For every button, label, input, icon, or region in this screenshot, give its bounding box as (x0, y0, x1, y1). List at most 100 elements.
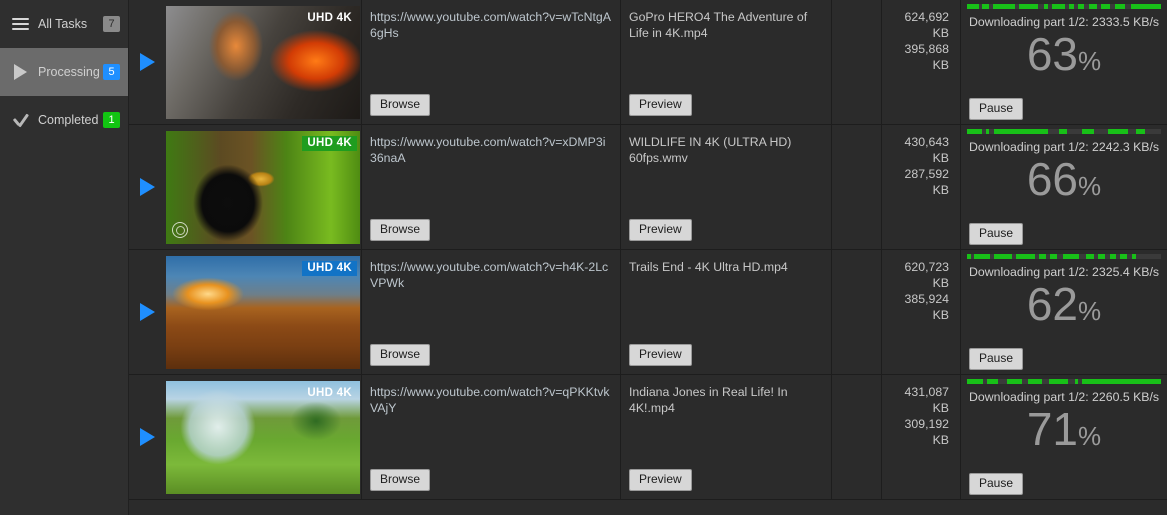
size-total: 431,087 KB (904, 385, 949, 415)
sidebar: All Tasks 7 Processing 5 Completed 1 (0, 0, 129, 515)
play-arrow-icon[interactable] (139, 428, 155, 446)
video-thumbnail[interactable]: UHD 4K (166, 380, 360, 494)
spacer-cell (831, 0, 881, 124)
url-cell: https://www.youtube.com/watch?v=h4K-2LcV… (361, 250, 620, 374)
filename-cell: Indiana Jones in Real Life! In 4K!.mp4 Pr… (620, 375, 831, 499)
check-icon (10, 110, 30, 130)
progress-percent: 66% (1026, 153, 1102, 205)
task-url: https://www.youtube.com/watch?v=wTcNtgA6… (370, 10, 611, 40)
size-cell: 430,643 KB 287,592 KB (881, 125, 960, 249)
progress-bar (967, 379, 1161, 384)
expand-arrow-cell[interactable] (129, 250, 165, 374)
sidebar-item-label: All Tasks (38, 17, 88, 31)
progress-cell: Downloading part 1/2: 2325.4 KB/s 62% Paus… (960, 250, 1167, 374)
sidebar-item-label: Processing (38, 65, 100, 79)
task-row[interactable]: UHD 4K https://www.youtube.com/watch?v=wT… (129, 0, 1167, 125)
video-thumbnail[interactable]: UHD 4K (166, 130, 360, 244)
sidebar-badge-count: 7 (103, 16, 120, 32)
thumbnail-cell[interactable]: UHD 4K (165, 0, 361, 124)
url-cell: https://www.youtube.com/watch?v=qPKKtvkV… (361, 375, 620, 499)
size-cell: 431,087 KB 309,192 KB (881, 375, 960, 499)
browse-button[interactable]: Browse (370, 344, 431, 366)
size-total: 624,692 KB (904, 10, 949, 40)
sidebar-item-all-tasks[interactable]: All Tasks 7 (0, 0, 128, 48)
pause-button[interactable]: Pause (969, 473, 1024, 495)
play-arrow-icon[interactable] (139, 53, 155, 71)
progress-cell: Downloading part 1/2: 2260.5 KB/s 71% Paus… (960, 375, 1167, 499)
expand-arrow-cell[interactable] (129, 375, 165, 499)
filename-cell: WILDLIFE IN 4K (ULTRA HD) 60fps.wmv Previ… (620, 125, 831, 249)
size-downloaded: 385,924 KB (904, 292, 949, 322)
task-row[interactable]: UHD 4K https://www.youtube.com/watch?v=xD… (129, 125, 1167, 250)
progress-percent: 63% (1026, 28, 1102, 80)
size-total: 430,643 KB (904, 135, 949, 165)
pause-button[interactable]: Pause (969, 98, 1024, 120)
quality-badge: UHD 4K (302, 135, 357, 151)
task-url: https://www.youtube.com/watch?v=xDMP3i36… (370, 135, 606, 165)
spacer-cell (831, 125, 881, 249)
percent-symbol: % (1078, 296, 1102, 326)
spacer-cell (831, 375, 881, 499)
preview-button[interactable]: Preview (629, 469, 692, 491)
task-row[interactable]: UHD 4K https://www.youtube.com/watch?v=qP… (129, 375, 1167, 500)
filename-cell: GoPro HERO4 The Adventure of Life in 4K.… (620, 0, 831, 124)
pause-button[interactable]: Pause (969, 348, 1024, 370)
quality-badge: UHD 4K (307, 11, 352, 24)
spacer-cell (831, 250, 881, 374)
expand-arrow-cell[interactable] (129, 0, 165, 124)
video-thumbnail[interactable]: UHD 4K (166, 255, 360, 369)
sidebar-badge-count: 5 (103, 64, 120, 80)
task-filename: WILDLIFE IN 4K (ULTRA HD) 60fps.wmv (629, 135, 792, 165)
preview-button[interactable]: Preview (629, 344, 692, 366)
sidebar-item-completed[interactable]: Completed 1 (0, 96, 128, 144)
size-downloaded: 309,192 KB (904, 417, 949, 447)
preview-button[interactable]: Preview (629, 94, 692, 116)
percent-symbol: % (1078, 46, 1102, 76)
task-url: https://www.youtube.com/watch?v=h4K-2LcV… (370, 260, 609, 290)
size-downloaded: 287,592 KB (904, 167, 949, 197)
hamburger-icon (10, 14, 30, 34)
sidebar-item-processing[interactable]: Processing 5 (0, 48, 128, 96)
expand-arrow-cell[interactable] (129, 125, 165, 249)
pause-button[interactable]: Pause (969, 223, 1024, 245)
task-filename: GoPro HERO4 The Adventure of Life in 4K.… (629, 10, 808, 40)
url-cell: https://www.youtube.com/watch?v=xDMP3i36… (361, 125, 620, 249)
url-cell: https://www.youtube.com/watch?v=wTcNtgA6… (361, 0, 620, 124)
size-total: 620,723 KB (904, 260, 949, 290)
downloader-window: All Tasks 7 Processing 5 Completed 1 UHD… (0, 0, 1167, 515)
watermark-icon (172, 221, 188, 238)
thumbnail-cell[interactable]: UHD 4K (165, 125, 361, 249)
progress-bar (967, 254, 1161, 259)
quality-badge: UHD 4K (307, 386, 352, 399)
progress-percent: 71% (1026, 403, 1102, 455)
play-arrow-icon[interactable] (139, 178, 155, 196)
progress-bar (967, 129, 1161, 134)
size-downloaded: 395,868 KB (904, 42, 949, 72)
task-row[interactable]: UHD 4K https://www.youtube.com/watch?v=h4… (129, 250, 1167, 375)
filename-cell: Trails End - 4K Ultra HD.mp4 Preview (620, 250, 831, 374)
thumbnail-cell[interactable]: UHD 4K (165, 250, 361, 374)
size-cell: 624,692 KB 395,868 KB (881, 0, 960, 124)
task-list: UHD 4K https://www.youtube.com/watch?v=wT… (129, 0, 1167, 515)
browse-button[interactable]: Browse (370, 219, 431, 241)
task-filename: Indiana Jones in Real Life! In 4K!.mp4 (629, 385, 788, 415)
task-url: https://www.youtube.com/watch?v=qPKKtvkV… (370, 385, 610, 415)
play-arrow-icon[interactable] (139, 303, 155, 321)
thumbnail-cell[interactable]: UHD 4K (165, 375, 361, 499)
browse-button[interactable]: Browse (370, 94, 431, 116)
quality-badge: UHD 4K (302, 260, 357, 276)
sidebar-item-label: Completed (38, 113, 99, 127)
preview-button[interactable]: Preview (629, 219, 692, 241)
progress-bar (967, 4, 1161, 9)
task-filename: Trails End - 4K Ultra HD.mp4 (629, 260, 788, 274)
size-cell: 620,723 KB 385,924 KB (881, 250, 960, 374)
progress-cell: Downloading part 1/2: 2333.5 KB/s 63% Paus… (960, 0, 1167, 124)
play-icon (10, 62, 30, 82)
sidebar-badge-count: 1 (103, 112, 120, 128)
percent-symbol: % (1078, 171, 1102, 201)
percent-symbol: % (1078, 421, 1102, 451)
progress-percent: 62% (1026, 278, 1102, 330)
browse-button[interactable]: Browse (370, 469, 431, 491)
progress-cell: Downloading part 1/2: 2242.3 KB/s 66% Paus… (960, 125, 1167, 249)
video-thumbnail[interactable]: UHD 4K (166, 5, 360, 119)
